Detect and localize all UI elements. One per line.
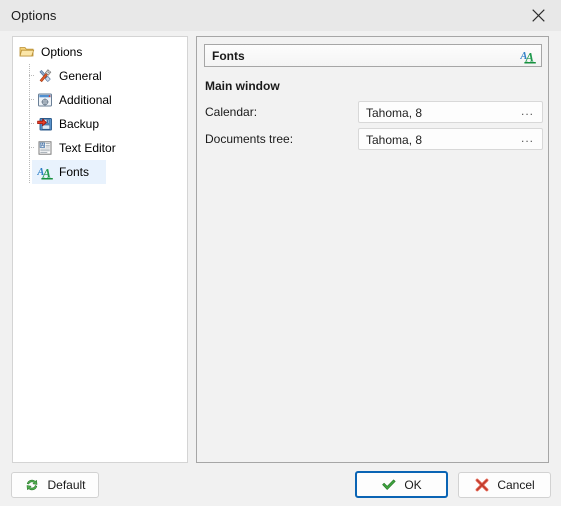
title-bar: Options — [0, 0, 561, 32]
documents-tree-font-value: Tahoma, 8 — [366, 133, 423, 147]
sidebar-item-label: Fonts — [59, 165, 90, 179]
tree-root-options[interactable]: Options — [19, 42, 82, 62]
dialog-body: Options General Additional Backup A Text… — [0, 31, 561, 506]
window-title: Options — [11, 8, 57, 23]
red-x-icon — [474, 477, 490, 493]
sidebar-item-label: General — [59, 69, 102, 83]
content-panel: Fonts A A Main window Calendar: Tahoma, … — [196, 36, 549, 463]
cancel-button[interactable]: Cancel — [458, 472, 551, 498]
sidebar-item-fonts[interactable]: A A Fonts — [32, 160, 106, 184]
calendar-font-field[interactable]: Tahoma, 8 ... — [358, 101, 543, 123]
text-document-icon: A — [37, 140, 53, 156]
sidebar-item-text-editor[interactable]: A Text Editor — [13, 136, 187, 160]
documents-tree-font-field[interactable]: Tahoma, 8 ... — [358, 128, 543, 150]
content-header: Fonts A A — [204, 44, 542, 67]
tools-icon — [37, 68, 53, 84]
sidebar-item-general[interactable]: General — [13, 64, 187, 88]
svg-text:A: A — [42, 167, 51, 180]
tree-connector-stub — [29, 99, 35, 100]
page-title: Fonts — [212, 49, 245, 63]
cancel-button-label: Cancel — [497, 478, 535, 492]
fonts-aa-icon: A A — [36, 164, 53, 181]
sidebar-item-label: Additional — [59, 93, 112, 107]
group-title-main-window: Main window — [205, 79, 280, 93]
settings-window-icon — [37, 92, 53, 108]
tree-connector-stub — [29, 147, 35, 148]
options-tree-panel: Options General Additional Backup A Text… — [12, 36, 188, 463]
calendar-font-value: Tahoma, 8 — [366, 106, 423, 120]
tree-root-label: Options — [41, 45, 83, 59]
close-icon — [532, 9, 545, 22]
folder-open-icon — [19, 44, 35, 60]
ok-button-label: OK — [404, 477, 422, 492]
sidebar-item-backup[interactable]: Backup — [13, 112, 187, 136]
tree-connector-stub — [29, 75, 35, 76]
tree-connector-stub — [29, 123, 35, 124]
default-button-label: Default — [47, 478, 86, 492]
documents-tree-field-label: Documents tree: — [205, 132, 294, 146]
sidebar-item-additional[interactable]: Additional — [13, 88, 187, 112]
fonts-aa-icon: A A — [519, 48, 536, 65]
calendar-field-label: Calendar: — [205, 105, 258, 119]
sidebar-item-label: Text Editor — [59, 141, 116, 155]
sidebar-item-label: Backup — [59, 117, 100, 131]
documents-tree-font-browse-button[interactable]: ... — [521, 131, 534, 145]
tree-children: General Additional Backup A Text Editor … — [13, 64, 187, 184]
floppy-save-icon — [37, 116, 53, 132]
ok-button[interactable]: OK — [355, 471, 448, 498]
refresh-arrows-icon — [24, 477, 40, 493]
default-button[interactable]: Default — [11, 472, 99, 498]
green-check-icon — [381, 477, 397, 493]
svg-text:A: A — [525, 51, 534, 64]
calendar-font-browse-button[interactable]: ... — [521, 104, 534, 118]
close-button[interactable] — [516, 0, 561, 31]
